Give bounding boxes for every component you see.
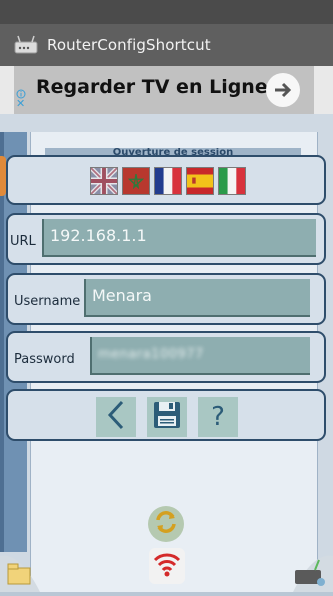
flag-morocco-icon[interactable] xyxy=(122,167,150,195)
save-icon xyxy=(152,400,182,434)
router-icon xyxy=(13,34,39,56)
url-field[interactable]: 192.168.1.1 xyxy=(42,219,316,257)
help-button[interactable]: ? xyxy=(198,397,238,437)
username-card: Username Menara xyxy=(6,273,326,325)
wifi-icon xyxy=(152,550,182,582)
flag-uk-icon[interactable] xyxy=(90,167,118,195)
language-card xyxy=(6,155,326,205)
folder-icon[interactable] xyxy=(0,546,46,592)
url-value: 192.168.1.1 xyxy=(50,226,147,245)
ad-text[interactable]: Regarder TV en Ligne xyxy=(36,76,268,98)
password-value: menara100977 xyxy=(98,347,204,362)
refresh-button[interactable] xyxy=(148,506,184,542)
back-button[interactable] xyxy=(96,397,136,437)
refresh-icon xyxy=(153,509,179,539)
app-bar: RouterConfigShortcut xyxy=(0,24,333,66)
status-bar xyxy=(0,0,333,24)
flag-italy-icon[interactable] xyxy=(218,167,246,195)
ad-banner[interactable]: ✕ Regarder TV en Ligne xyxy=(0,66,333,114)
save-button[interactable] xyxy=(147,397,187,437)
password-label: Password xyxy=(14,352,75,367)
ad-close-icon[interactable]: ✕ xyxy=(16,98,28,110)
actions-card: ? xyxy=(6,389,326,441)
username-field[interactable]: Menara xyxy=(84,279,310,317)
username-label: Username xyxy=(14,294,81,309)
wifi-button[interactable] xyxy=(149,548,185,584)
arrow-right-icon[interactable] xyxy=(266,73,300,107)
url-label: URL xyxy=(10,234,36,249)
help-icon: ? xyxy=(211,402,225,432)
back-icon xyxy=(106,400,126,434)
flag-france-icon[interactable] xyxy=(154,167,182,195)
password-field[interactable]: menara100977 xyxy=(90,337,310,375)
password-card: Password menara100977 xyxy=(6,331,326,383)
router-settings-icon[interactable] xyxy=(285,546,333,592)
url-card: URL 192.168.1.1 xyxy=(6,213,326,265)
ad-info-icon[interactable] xyxy=(16,84,26,99)
app-title: RouterConfigShortcut xyxy=(47,36,211,54)
flag-spain-icon[interactable] xyxy=(186,167,214,195)
username-value: Menara xyxy=(92,286,152,305)
